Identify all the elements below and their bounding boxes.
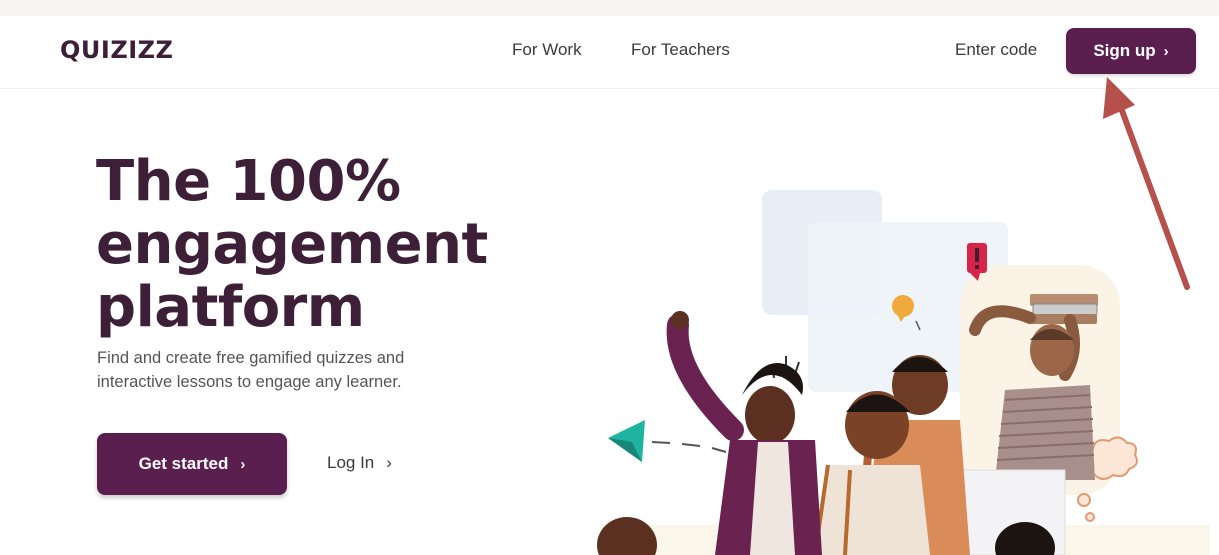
hero-subtitle-line-1: Find and create free gamified quizzes an…	[97, 349, 405, 367]
hero-subtitle: Find and create free gamified quizzes an…	[97, 346, 497, 394]
top-strip	[0, 0, 1219, 16]
child-bottom-left	[597, 517, 657, 555]
chevron-right-icon: ›	[386, 453, 392, 472]
hero-title-line-1: The 100%	[96, 149, 401, 214]
sign-up-button[interactable]: Sign up ›	[1066, 28, 1196, 74]
teacher	[666, 311, 822, 555]
child-front	[813, 391, 930, 555]
get-started-label: Get started	[138, 454, 229, 473]
enter-code-link[interactable]: Enter code	[955, 40, 1037, 60]
log-in-link[interactable]: Log In ›	[327, 453, 392, 473]
sign-up-label: Sign up	[1093, 41, 1156, 60]
chevron-right-icon: ›	[1163, 42, 1169, 60]
annotation-arrow	[1103, 77, 1190, 290]
hero-title-line-2: engagement	[96, 212, 488, 277]
log-in-label: Log In	[327, 453, 375, 472]
paper-plane-icon	[608, 420, 727, 462]
hero-subtitle-line-2: interactive lessons to engage any learne…	[97, 373, 402, 391]
hero-title-line-3: platform	[96, 275, 365, 340]
hero-title: The 100% engagement platform	[96, 150, 566, 339]
navbar: QUIZIZZ For Work For Teachers Enter code…	[0, 16, 1219, 89]
get-started-button[interactable]: Get started ›	[97, 433, 287, 495]
quizizz-logo[interactable]: QUIZIZZ	[60, 36, 173, 64]
nav-link-for-teachers[interactable]: For Teachers	[631, 40, 730, 60]
nav-link-for-work[interactable]: For Work	[512, 40, 582, 60]
chevron-right-icon: ›	[240, 455, 246, 473]
